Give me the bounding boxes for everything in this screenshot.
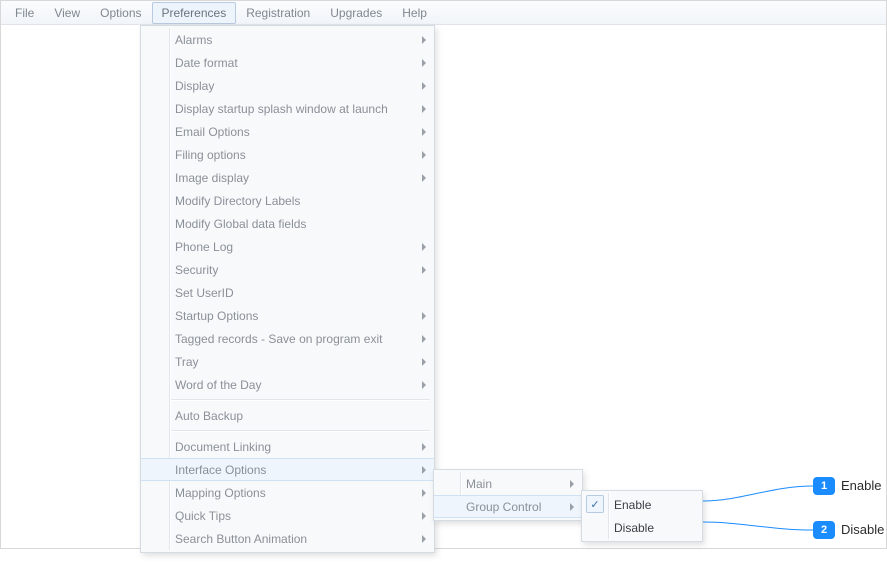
menu-item-phone-log[interactable]: Phone Log xyxy=(141,235,434,258)
menubar-item-registration[interactable]: Registration xyxy=(236,2,320,24)
submenu-arrow-icon xyxy=(422,36,426,44)
callout-label-2: Disable xyxy=(841,522,884,537)
menu-item-disable[interactable]: Disable xyxy=(582,516,702,539)
menu-item-label: Image display xyxy=(175,171,249,185)
callout-connector-1 xyxy=(701,481,821,541)
menu-item-startup-options[interactable]: Startup Options xyxy=(141,304,434,327)
submenu-arrow-icon xyxy=(422,82,426,90)
menu-item-label: Mapping Options xyxy=(175,486,266,500)
menu-item-word-of-the-day[interactable]: Word of the Day xyxy=(141,373,434,396)
menu-item-label: Tagged records - Save on program exit xyxy=(175,332,382,346)
submenu-arrow-icon xyxy=(570,480,574,488)
menu-item-email-options[interactable]: Email Options xyxy=(141,120,434,143)
menubar-item-preferences[interactable]: Preferences xyxy=(152,2,237,24)
menu-item-label: Modify Directory Labels xyxy=(175,194,300,208)
submenu-arrow-icon xyxy=(422,443,426,451)
menu-item-label: Quick Tips xyxy=(175,509,231,523)
menu-item-label: Document Linking xyxy=(175,440,271,454)
menu-separator xyxy=(171,399,430,401)
menu-item-label: Display startup splash window at launch xyxy=(175,102,388,116)
menu-item-label: Alarms xyxy=(175,33,212,47)
menu-item-label: Date format xyxy=(175,56,238,70)
preferences-menu: Alarms Date format Display Display startup … xyxy=(140,25,435,553)
menu-item-set-userid[interactable]: Set UserID xyxy=(141,281,434,304)
menu-item-label: Tray xyxy=(175,355,199,369)
menu-item-alarms[interactable]: Alarms xyxy=(141,28,434,51)
menu-item-interface-options[interactable]: Interface Options xyxy=(141,458,434,481)
callout-connector-2 xyxy=(701,506,821,566)
menu-separator xyxy=(171,430,430,432)
menu-item-label: Email Options xyxy=(175,125,250,139)
menubar: FileViewOptionsPreferencesRegistrationUp… xyxy=(1,1,886,25)
submenu-arrow-icon xyxy=(570,503,574,511)
submenu-arrow-icon xyxy=(422,151,426,159)
submenu-arrow-icon xyxy=(422,59,426,67)
callout-label-1: Enable xyxy=(841,478,881,493)
menubar-item-help[interactable]: Help xyxy=(392,2,437,24)
submenu-arrow-icon xyxy=(422,381,426,389)
menu-item-label: Set UserID xyxy=(175,286,234,300)
submenu-arrow-icon xyxy=(422,358,426,366)
menubar-item-options[interactable]: Options xyxy=(90,2,151,24)
menu-item-modify-directory-labels[interactable]: Modify Directory Labels xyxy=(141,189,434,212)
menu-item-document-linking[interactable]: Document Linking xyxy=(141,435,434,458)
menu-item-label: Filing options xyxy=(175,148,246,162)
menu-item-display[interactable]: Display xyxy=(141,74,434,97)
menu-item-quick-tips[interactable]: Quick Tips xyxy=(141,504,434,527)
submenu-arrow-icon xyxy=(422,489,426,497)
menu-item-label: Main xyxy=(466,477,492,491)
menu-item-label: Security xyxy=(175,263,218,277)
submenu-arrow-icon xyxy=(422,535,426,543)
submenu-arrow-icon xyxy=(422,466,426,474)
menu-item-filing-options[interactable]: Filing options xyxy=(141,143,434,166)
submenu-arrow-icon xyxy=(422,128,426,136)
menu-item-modify-global-data-fields[interactable]: Modify Global data fields xyxy=(141,212,434,235)
menu-item-main[interactable]: Main xyxy=(434,472,582,495)
menu-item-mapping-options[interactable]: Mapping Options xyxy=(141,481,434,504)
callout-badge-2: 2 xyxy=(813,521,835,539)
submenu-arrow-icon xyxy=(422,512,426,520)
menu-item-image-display[interactable]: Image display xyxy=(141,166,434,189)
menu-item-label: Display xyxy=(175,79,214,93)
submenu-arrow-icon xyxy=(422,243,426,251)
menu-item-search-button-animation[interactable]: Search Button Animation xyxy=(141,527,434,550)
menu-item-auto-backup[interactable]: Auto Backup xyxy=(141,404,434,427)
interface-options-submenu: Main Group Control xyxy=(433,469,583,521)
submenu-arrow-icon xyxy=(422,335,426,343)
submenu-arrow-icon xyxy=(422,312,426,320)
menu-item-label: Enable xyxy=(614,498,651,512)
menu-item-enable[interactable]: ✓ Enable xyxy=(582,493,702,516)
check-icon: ✓ xyxy=(586,495,604,513)
menu-item-label: Search Button Animation xyxy=(175,532,307,546)
submenu-arrow-icon xyxy=(422,266,426,274)
menu-item-tagged-records-save-on-program-exit[interactable]: Tagged records - Save on program exit xyxy=(141,327,434,350)
menu-item-security[interactable]: Security xyxy=(141,258,434,281)
group-control-submenu: ✓ Enable Disable xyxy=(581,490,703,542)
menu-item-date-format[interactable]: Date format xyxy=(141,51,434,74)
menu-item-label: Interface Options xyxy=(175,463,266,477)
menu-item-group-control[interactable]: Group Control xyxy=(434,495,582,518)
menu-item-label: Auto Backup xyxy=(175,409,243,423)
menubar-item-file[interactable]: File xyxy=(5,2,44,24)
menu-item-label: Group Control xyxy=(466,500,541,514)
menu-item-label: Disable xyxy=(614,521,654,535)
menu-item-display-startup-splash-window-at-launch[interactable]: Display startup splash window at launch xyxy=(141,97,434,120)
menu-item-label: Word of the Day xyxy=(175,378,261,392)
menubar-item-view[interactable]: View xyxy=(44,2,90,24)
menu-item-tray[interactable]: Tray xyxy=(141,350,434,373)
submenu-arrow-icon xyxy=(422,105,426,113)
submenu-arrow-icon xyxy=(422,174,426,182)
menu-item-label: Phone Log xyxy=(175,240,233,254)
menu-item-label: Startup Options xyxy=(175,309,258,323)
callout-badge-1: 1 xyxy=(813,477,835,495)
menubar-item-upgrades[interactable]: Upgrades xyxy=(320,2,392,24)
menu-item-label: Modify Global data fields xyxy=(175,217,306,231)
